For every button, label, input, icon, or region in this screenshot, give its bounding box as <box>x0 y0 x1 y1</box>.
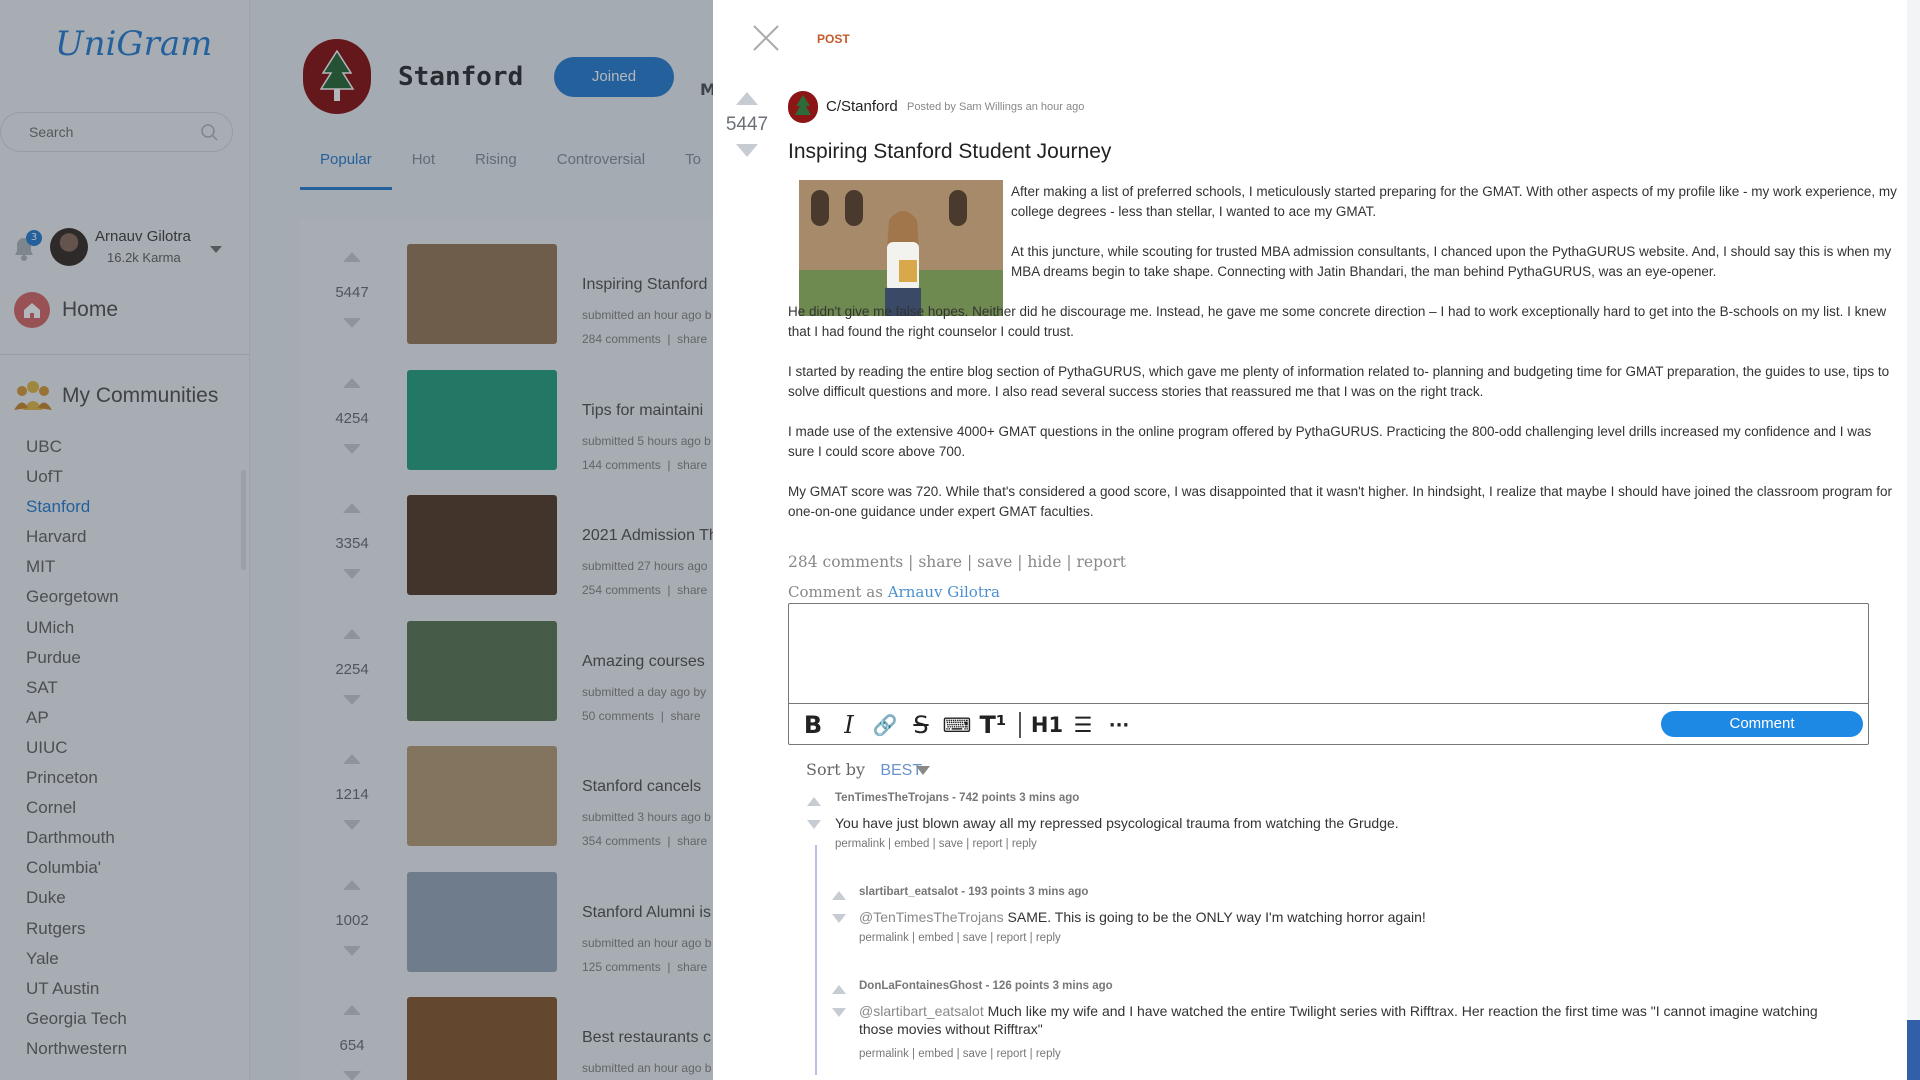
post-actions[interactable]: 284 comments | share | save | hide | rep… <box>788 553 1126 571</box>
code-icon[interactable]: ⌨ <box>939 710 975 740</box>
comment-as-label: Comment as <box>788 583 883 601</box>
sort-by: Sort by BEST <box>806 760 922 780</box>
comment-actions[interactable]: permalink | embed | save | report | repl… <box>859 1048 1061 1060</box>
comment-author[interactable]: TenTimesTheTrojans - 742 points 3 mins a… <box>835 792 1079 804</box>
sort-label: Sort by <box>806 760 866 779</box>
comment-author[interactable]: DonLaFontainesGhost - 126 points 3 mins … <box>859 980 1113 992</box>
community-logo-small <box>788 91 818 123</box>
post-paragraph: I made use of the extensive 4000+ GMAT q… <box>788 424 1872 459</box>
bullet-list-icon[interactable]: ☰ <box>1065 710 1101 740</box>
chevron-down-icon[interactable] <box>916 766 930 775</box>
comment-actions[interactable]: permalink | embed | save | report | repl… <box>835 838 1037 850</box>
post-community[interactable]: C/Stanford <box>826 98 898 115</box>
superscript-icon[interactable]: T¹ <box>975 710 1011 740</box>
comment-body: Much like my wife and I have watched the… <box>859 1003 1818 1037</box>
comment-body: SAME. This is going to be the ONLY way I… <box>1003 909 1426 925</box>
post-title: Inspiring Stanford Student Journey <box>788 140 1112 163</box>
post-paragraph: At this juncture, while scouting for tru… <box>1011 244 1892 279</box>
vote-count: 5447 <box>725 114 769 135</box>
post-paragraph: After making a list of preferred schools… <box>1011 184 1897 219</box>
comment-upvote-button[interactable] <box>832 985 846 994</box>
modal-backdrop[interactable] <box>0 0 720 1080</box>
comment-as-user[interactable]: Arnauv Gilotra <box>888 583 1000 601</box>
bold-icon[interactable]: B <box>795 710 831 740</box>
comment-text: @TenTimesTheTrojans SAME. This is going … <box>859 908 1820 926</box>
link-icon[interactable]: 🔗 <box>867 710 903 740</box>
panel-scrollbar[interactable] <box>1907 0 1920 1080</box>
more-icon[interactable]: ··· <box>1101 710 1137 740</box>
comment-button[interactable]: Comment <box>1661 711 1863 737</box>
post-paragraph: My GMAT score was 720. While that's cons… <box>788 484 1892 519</box>
post-paragraph: He didn't give me false hopes. Neither d… <box>788 304 1887 339</box>
heading-icon[interactable]: H1 <box>1029 710 1065 740</box>
comment-upvote-button[interactable] <box>807 797 821 806</box>
comment-as: Comment as Arnauv Gilotra <box>788 583 1000 601</box>
post-body: After making a list of preferred schools… <box>788 182 1898 542</box>
comment-downvote-button[interactable] <box>832 1008 846 1017</box>
comment-upvote-button[interactable] <box>832 891 846 900</box>
comment-editor: B I 🔗 S ⌨ T¹ H1 ☰ ··· Comment <box>788 603 1869 745</box>
comment-author[interactable]: slartibart_eatsalot - 193 points 3 mins … <box>859 886 1088 898</box>
comment-actions[interactable]: permalink | embed | save | report | repl… <box>859 932 1061 944</box>
upvote-button[interactable] <box>736 92 758 105</box>
post-tag: POST <box>817 32 850 46</box>
comment-textarea[interactable] <box>789 604 1868 704</box>
post-byline: Posted by Sam Willings an hour ago <box>907 101 1085 113</box>
comment-text: You have just blown away all my represse… <box>835 814 1820 832</box>
strikethrough-icon[interactable]: S <box>903 710 939 740</box>
comment-text: @slartibart_eatsalot Much like my wife a… <box>859 1002 1820 1038</box>
comment-downvote-button[interactable] <box>807 820 821 829</box>
comment-mention[interactable]: @slartibart_eatsalot <box>859 1003 984 1019</box>
close-icon[interactable] <box>752 24 780 52</box>
scrollbar-thumb[interactable] <box>1907 1020 1920 1080</box>
post-paragraph: I started by reading the entire blog sec… <box>788 364 1890 399</box>
downvote-button[interactable] <box>736 144 758 157</box>
editor-toolbar: B I 🔗 S ⌨ T¹ H1 ☰ ··· <box>795 708 1137 742</box>
thread-line[interactable] <box>815 845 817 1075</box>
comment-mention[interactable]: @TenTimesTheTrojans <box>859 909 1004 925</box>
italic-icon[interactable]: I <box>831 710 867 740</box>
comment-body: You have just blown away all my represse… <box>835 815 1399 831</box>
toolbar-divider <box>1019 712 1021 738</box>
comment-downvote-button[interactable] <box>832 914 846 923</box>
